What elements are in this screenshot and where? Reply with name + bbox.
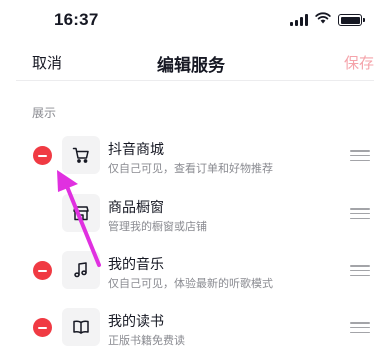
service-description: 管理我的橱窗或店铺 — [108, 221, 207, 233]
service-row-showcase: 商品橱窗 管理我的橱窗或店铺 — [0, 188, 382, 240]
battery-icon — [338, 14, 365, 26]
battery-level — [340, 16, 360, 24]
service-description: 正版书籍免费读 — [108, 335, 185, 347]
open-book-icon — [62, 308, 100, 346]
section-label-display: 展示 — [32, 106, 57, 120]
drag-handle-icon[interactable] — [350, 208, 370, 219]
service-name: 我的音乐 — [108, 256, 164, 272]
drag-handle-icon[interactable] — [350, 265, 370, 276]
service-name: 抖音商城 — [108, 141, 164, 157]
nav-divider — [16, 80, 374, 81]
service-row-mall: 抖音商城 仅自己可见，查看订单和好物推荐 — [0, 130, 382, 182]
cart-icon — [62, 136, 100, 174]
service-name: 我的读书 — [108, 313, 164, 329]
service-description: 仅自己可见，体验最新的听歌模式 — [108, 278, 273, 290]
remove-button[interactable] — [33, 146, 52, 165]
drag-handle-icon[interactable] — [350, 150, 370, 161]
remove-button[interactable] — [33, 261, 52, 280]
signal-icon — [290, 14, 308, 26]
music-note-icon — [62, 251, 100, 289]
drag-handle-icon[interactable] — [350, 322, 370, 333]
service-name: 商品橱窗 — [108, 199, 164, 215]
status-icons — [290, 11, 365, 29]
page-title: 编辑服务 — [157, 56, 225, 75]
wifi-icon — [315, 11, 331, 29]
service-description: 仅自己可见，查看订单和好物推荐 — [108, 163, 273, 175]
service-row-reading: 我的读书 正版书籍免费读 — [0, 302, 382, 354]
status-bar: 16:37 — [0, 0, 382, 40]
service-row-music: 我的音乐 仅自己可见，体验最新的听歌模式 — [0, 245, 382, 297]
storefront-icon — [62, 194, 100, 232]
status-time: 16:37 — [54, 10, 99, 29]
remove-button[interactable] — [33, 318, 52, 337]
save-button[interactable]: 保存 — [344, 52, 374, 73]
nav-bar: 取消 编辑服务 保存 — [0, 42, 382, 80]
